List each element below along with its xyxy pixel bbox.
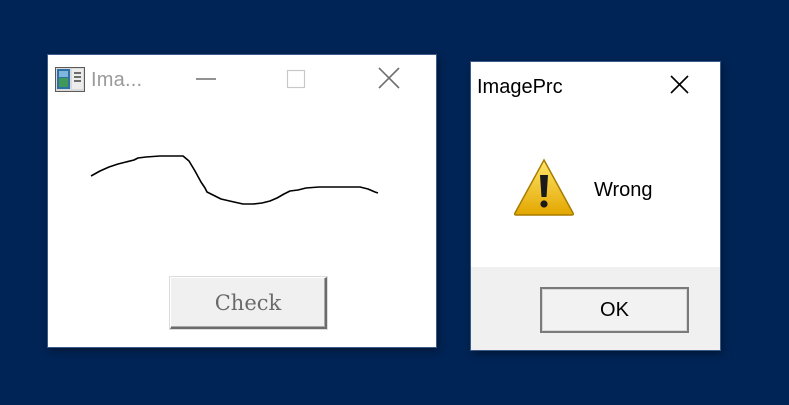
close-icon (670, 75, 689, 94)
main-window: Ima... Check (48, 55, 436, 347)
main-title-bar[interactable]: Ima... (48, 55, 436, 103)
ok-button[interactable]: OK (540, 287, 689, 333)
message-dialog: ImagePrc Wrong OK (471, 62, 720, 350)
dialog-title: ImagePrc (477, 76, 563, 98)
dialog-close-button[interactable] (664, 62, 710, 110)
main-window-title: Ima... (91, 69, 143, 91)
maximize-button[interactable] (273, 55, 319, 103)
minimize-icon (196, 78, 216, 80)
close-button[interactable] (366, 55, 412, 103)
check-button[interactable]: Check (170, 277, 327, 329)
dialog-title-bar[interactable]: ImagePrc (471, 62, 720, 110)
maximize-icon (286, 69, 306, 89)
app-image-icon (55, 67, 85, 92)
warning-icon (513, 158, 575, 216)
drawn-stroke (90, 155, 379, 205)
dialog-message: Wrong (594, 179, 653, 201)
drawing-canvas[interactable] (48, 103, 436, 273)
close-icon (378, 67, 400, 89)
minimize-button[interactable] (183, 55, 229, 103)
